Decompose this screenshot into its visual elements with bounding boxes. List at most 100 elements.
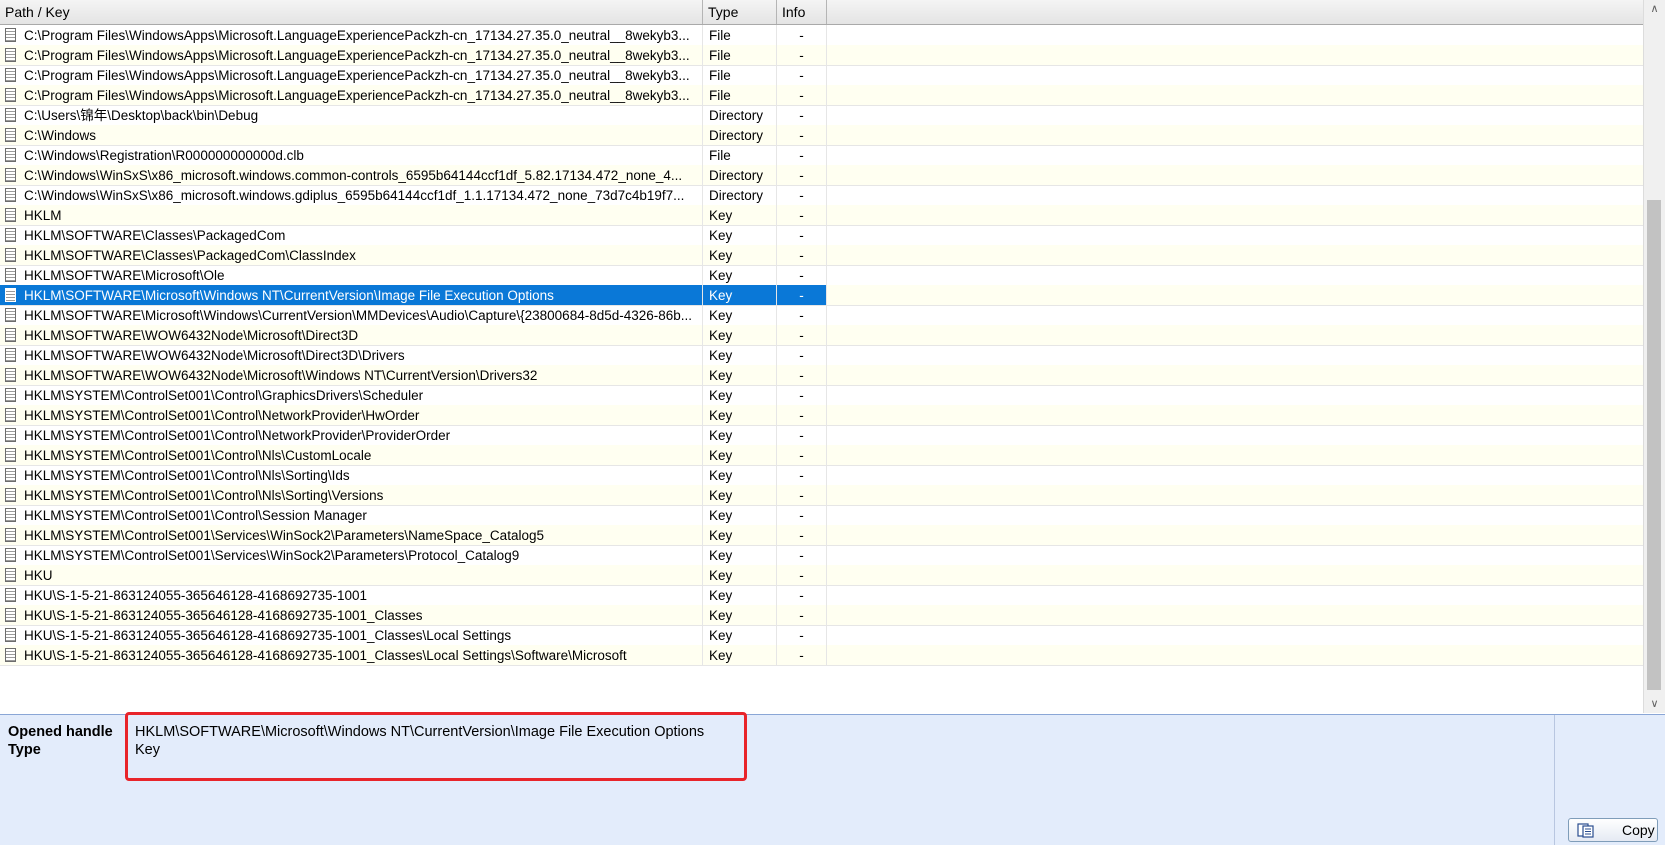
info-cell: - <box>777 145 827 166</box>
document-icon <box>5 48 16 62</box>
document-icon <box>5 108 16 122</box>
document-icon <box>5 188 16 202</box>
document-icon <box>5 268 16 282</box>
chevron-up-icon[interactable]: ∧ <box>1644 0 1665 18</box>
table-row[interactable]: HKU Key - <box>0 565 1644 586</box>
document-icon <box>5 88 16 102</box>
info-cell: - <box>777 465 827 486</box>
info-cell: - <box>777 245 827 266</box>
table-row[interactable]: HKLM\SOFTWARE\Classes\PackagedCom Key - <box>0 225 1644 246</box>
table-row[interactable]: C:\Users\锦年\Desktop\back\bin\Debug Direct… <box>0 105 1644 126</box>
path-text: HKU\S-1-5-21-863124055-365646128-4168692… <box>24 628 512 643</box>
info-cell: - <box>777 585 827 606</box>
empty-cell <box>827 185 1644 206</box>
type-cell: Directory <box>703 125 777 146</box>
table-row[interactable]: HKLM\SYSTEM\ControlSet001\Control\Networ… <box>0 425 1644 446</box>
table-row[interactable]: HKLM\SYSTEM\ControlSet001\Control\Sessio… <box>0 505 1644 526</box>
table-row[interactable]: C:\Windows Directory - <box>0 125 1644 146</box>
chevron-down-icon[interactable]: ∨ <box>1644 695 1665 713</box>
info-cell: - <box>777 305 827 326</box>
empty-cell <box>827 65 1644 86</box>
type-cell: Key <box>703 505 777 526</box>
path-text: HKLM <box>24 208 62 223</box>
copy-button-label: Copy <box>1622 822 1655 838</box>
opened-handle-label: Opened handle <box>8 724 113 740</box>
table-row[interactable]: HKLM\SYSTEM\ControlSet001\Control\Networ… <box>0 405 1644 426</box>
annotation-highlight-box <box>125 712 747 781</box>
table-row[interactable]: HKLM\SYSTEM\ControlSet001\Control\Graphi… <box>0 385 1644 406</box>
table-row[interactable]: HKLM\SOFTWARE\WOW6432Node\Microsoft\Dire… <box>0 345 1644 366</box>
empty-cell <box>827 345 1644 366</box>
table-row[interactable]: HKU\S-1-5-21-863124055-365646128-4168692… <box>0 645 1644 666</box>
table-row[interactable]: HKLM\SYSTEM\ControlSet001\Control\Nls\Cu… <box>0 445 1644 466</box>
table-row[interactable]: HKLM\SOFTWARE\WOW6432Node\Microsoft\Wind… <box>0 365 1644 386</box>
document-icon <box>5 208 16 222</box>
table-row[interactable]: HKLM\SOFTWARE\WOW6432Node\Microsoft\Dire… <box>0 325 1644 346</box>
type-cell: Key <box>703 545 777 566</box>
empty-cell <box>827 365 1644 386</box>
type-cell: Key <box>703 285 777 306</box>
table-row[interactable]: HKU\S-1-5-21-863124055-365646128-4168692… <box>0 585 1644 606</box>
path-cell: HKU <box>0 565 703 586</box>
table-row[interactable]: C:\Program Files\WindowsApps\Microsoft.L… <box>0 25 1644 46</box>
document-icon <box>5 468 16 482</box>
table-row[interactable]: HKLM\SYSTEM\ControlSet001\Control\Nls\So… <box>0 485 1644 506</box>
document-icon <box>5 608 16 622</box>
table-row[interactable]: HKLM\SYSTEM\ControlSet001\Control\Nls\So… <box>0 465 1644 486</box>
table-row[interactable]: C:\Windows\WinSxS\x86_microsoft.windows.… <box>0 165 1644 186</box>
table-row[interactable]: HKLM\SYSTEM\ControlSet001\Services\WinSo… <box>0 525 1644 546</box>
table-row[interactable]: C:\Windows\WinSxS\x86_microsoft.windows.… <box>0 185 1644 206</box>
empty-cell <box>827 565 1644 586</box>
type-cell: Key <box>703 365 777 386</box>
info-cell: - <box>777 505 827 526</box>
info-cell: - <box>777 45 827 66</box>
empty-cell <box>827 325 1644 346</box>
copy-button[interactable]: Copy <box>1568 818 1658 842</box>
handles-list[interactable]: Path / Key Type Info C:\Program Files\Wi… <box>0 0 1665 713</box>
document-icon <box>5 648 16 662</box>
table-row[interactable]: C:\Program Files\WindowsApps\Microsoft.L… <box>0 65 1644 86</box>
vertical-scrollbar[interactable]: ∧ ∨ <box>1643 0 1665 713</box>
table-row[interactable]: C:\Program Files\WindowsApps\Microsoft.L… <box>0 45 1644 66</box>
path-cell: HKU\S-1-5-21-863124055-365646128-4168692… <box>0 585 703 606</box>
table-row[interactable]: HKLM\SYSTEM\ControlSet001\Services\WinSo… <box>0 545 1644 566</box>
type-cell: File <box>703 45 777 66</box>
column-header-path[interactable]: Path / Key <box>0 0 703 24</box>
empty-cell <box>827 245 1644 266</box>
path-cell: HKLM\SYSTEM\ControlSet001\Control\Graphi… <box>0 385 703 406</box>
table-row[interactable]: HKU\S-1-5-21-863124055-365646128-4168692… <box>0 605 1644 626</box>
info-cell: - <box>777 85 827 106</box>
path-text: C:\Program Files\WindowsApps\Microsoft.L… <box>24 68 690 83</box>
info-cell: - <box>777 165 827 186</box>
path-text: HKLM\SOFTWARE\WOW6432Node\Microsoft\Wind… <box>24 368 538 383</box>
path-cell: HKLM\SOFTWARE\Microsoft\Windows NT\Curre… <box>0 285 703 306</box>
path-cell: HKLM\SYSTEM\ControlSet001\Control\Networ… <box>0 425 703 446</box>
empty-cell <box>827 425 1644 446</box>
table-row[interactable]: HKLM\SOFTWARE\Classes\PackagedCom\ClassI… <box>0 245 1644 266</box>
empty-cell <box>827 25 1644 46</box>
path-cell: HKLM\SOFTWARE\Microsoft\Ole <box>0 265 703 286</box>
path-cell: HKLM\SYSTEM\ControlSet001\Control\Sessio… <box>0 505 703 526</box>
info-cell: - <box>777 285 827 306</box>
empty-cell <box>827 125 1644 146</box>
empty-cell <box>827 625 1644 646</box>
column-header-type[interactable]: Type <box>703 0 777 24</box>
type-cell: Key <box>703 225 777 246</box>
empty-cell <box>827 305 1644 326</box>
path-text: C:\Windows\WinSxS\x86_microsoft.windows.… <box>24 168 683 183</box>
document-icon <box>5 248 16 262</box>
table-row[interactable]: HKLM\SOFTWARE\Microsoft\Windows\CurrentV… <box>0 305 1644 326</box>
path-cell: HKLM\SOFTWARE\WOW6432Node\Microsoft\Dire… <box>0 345 703 366</box>
table-row[interactable]: C:\Program Files\WindowsApps\Microsoft.L… <box>0 85 1644 106</box>
empty-cell <box>827 585 1644 606</box>
type-cell: Directory <box>703 185 777 206</box>
table-row[interactable]: HKLM\SOFTWARE\Microsoft\Ole Key - <box>0 265 1644 286</box>
path-cell: HKU\S-1-5-21-863124055-365646128-4168692… <box>0 625 703 646</box>
info-cell: - <box>777 645 827 666</box>
column-header-info[interactable]: Info <box>777 0 827 24</box>
table-row[interactable]: HKLM\SOFTWARE\Microsoft\Windows NT\Curre… <box>0 285 1644 306</box>
scrollbar-thumb[interactable] <box>1647 200 1661 690</box>
table-row[interactable]: C:\Windows\Registration\R000000000000d.c… <box>0 145 1644 166</box>
table-row[interactable]: HKLM Key - <box>0 205 1644 226</box>
table-row[interactable]: HKU\S-1-5-21-863124055-365646128-4168692… <box>0 625 1644 646</box>
